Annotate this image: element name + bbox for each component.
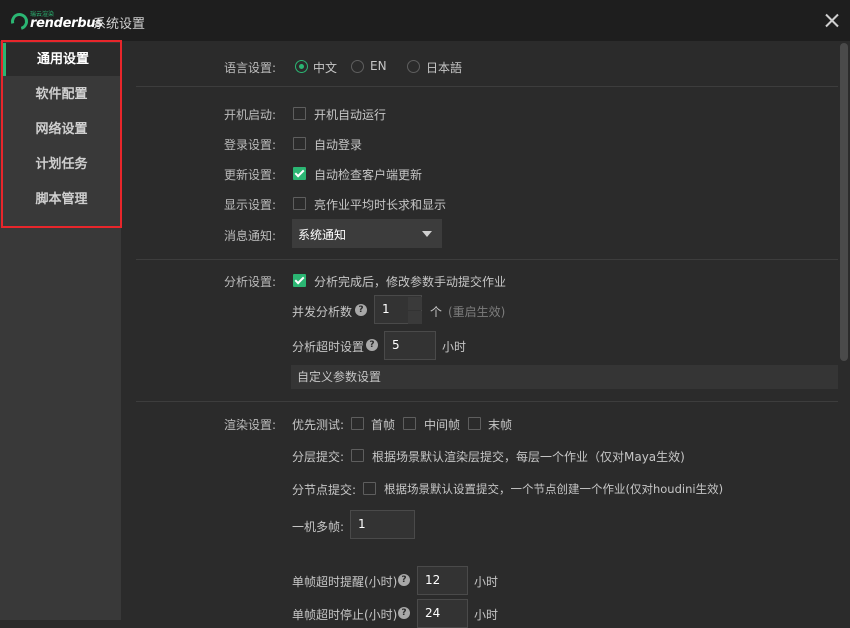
login-option[interactable]: 自动登录: [314, 136, 362, 153]
priority-first-option[interactable]: 首帧: [371, 416, 395, 433]
login-checkbox[interactable]: [293, 137, 306, 150]
startup-checkbox[interactable]: [293, 107, 306, 120]
node-label: 分节点提交:: [292, 483, 357, 497]
analysis-label: 分析设置:: [224, 275, 277, 289]
display-option[interactable]: 亮作业平均时长求和显示: [314, 196, 446, 213]
language-radio-en[interactable]: [351, 60, 364, 73]
frame-timeout-remind-input[interactable]: 12: [417, 566, 468, 595]
logo-ring-icon: [7, 9, 32, 34]
update-option[interactable]: 自动检查客户端更新: [314, 166, 422, 183]
spinner-up-icon[interactable]: [408, 297, 422, 310]
frame-timeout-stop-unit: 小时: [474, 608, 499, 622]
scrollbar-thumb[interactable]: [840, 43, 848, 361]
title-bar: 瑞云渲染 renderbus 系统设置: [0, 0, 850, 41]
help-icon[interactable]: ?: [398, 607, 410, 619]
startup-label: 开机启动:: [224, 108, 277, 122]
section-divider: [136, 259, 840, 260]
startup-option[interactable]: 开机自动运行: [314, 106, 386, 123]
frame-timeout-stop-label: 单帧超时停止(小时): [292, 608, 398, 622]
frame-timeout-remind-label: 单帧超时提醒(小时): [292, 575, 398, 589]
timeout-label: 分析超时设置: [292, 340, 365, 354]
custom-params-button[interactable]: 自定义参数设置: [291, 365, 838, 389]
priority-middle-option[interactable]: 中间帧: [424, 416, 460, 433]
language-radio-ja[interactable]: [407, 60, 420, 73]
help-icon[interactable]: ?: [355, 304, 367, 316]
layer-label: 分层提交:: [292, 450, 345, 464]
display-checkbox[interactable]: [293, 197, 306, 210]
concurrent-unit: 个: [430, 305, 443, 319]
language-option-en[interactable]: EN: [370, 59, 387, 73]
analysis-checkbox[interactable]: [293, 274, 306, 287]
language-option-ja[interactable]: 日本語: [426, 59, 462, 76]
logo-text: renderbus: [30, 16, 103, 31]
priority-label: 优先测试:: [292, 418, 345, 432]
priority-last-option[interactable]: 末帧: [488, 416, 512, 433]
settings-panel: 语言设置: 中文 EN 日本語 开机启动: 开机自动运行 登录设置: 自动登录 …: [121, 41, 850, 628]
priority-first-checkbox[interactable]: [351, 417, 364, 430]
update-label: 更新设置:: [224, 168, 277, 182]
frame-timeout-remind-unit: 小时: [474, 575, 499, 589]
concurrent-label: 并发分析数: [292, 305, 353, 319]
update-checkbox[interactable]: [293, 167, 306, 180]
concurrent-note: (重启生效): [448, 305, 506, 319]
language-label: 语言设置:: [224, 61, 277, 75]
priority-middle-checkbox[interactable]: [403, 417, 416, 430]
language-radio-zh[interactable]: [295, 60, 308, 73]
spinner-down-icon[interactable]: [408, 311, 422, 324]
layer-option[interactable]: 根据场景默认渲染层提交，每层一个作业（仅对Maya生效): [372, 448, 685, 465]
notify-label: 消息通知:: [224, 229, 277, 243]
help-icon[interactable]: ?: [398, 574, 410, 586]
help-icon[interactable]: ?: [366, 339, 378, 351]
notify-select-value: 系统通知: [298, 228, 347, 242]
multi-frame-label: 一机多帧:: [292, 520, 345, 534]
node-option[interactable]: 根据场景默认设置提交，一个节点创建一个作业(仅对houdini生效): [384, 481, 723, 497]
language-option-zh[interactable]: 中文: [313, 59, 337, 76]
section-divider: [136, 86, 840, 87]
chevron-down-icon: [422, 231, 432, 237]
frame-timeout-stop-input[interactable]: 24: [417, 599, 468, 628]
scrollbar[interactable]: [838, 41, 848, 620]
multi-frame-input[interactable]: 1: [350, 510, 415, 539]
display-label: 显示设置:: [224, 198, 277, 212]
analysis-option[interactable]: 分析完成后，修改参数手动提交作业: [314, 273, 506, 290]
priority-last-checkbox[interactable]: [468, 417, 481, 430]
close-icon[interactable]: [822, 11, 842, 31]
login-label: 登录设置:: [224, 138, 277, 152]
notify-select[interactable]: 系统通知: [292, 219, 442, 248]
timeout-input[interactable]: 5: [384, 331, 436, 360]
layer-checkbox[interactable]: [351, 449, 364, 462]
timeout-unit: 小时: [442, 340, 467, 354]
window-title: 系统设置: [93, 17, 146, 32]
sidebar-highlight-frame: [1, 40, 122, 228]
section-divider: [136, 401, 840, 402]
node-checkbox[interactable]: [363, 482, 376, 495]
render-label: 渲染设置:: [224, 418, 277, 432]
renderbus-logo: 瑞云渲染 renderbus: [7, 9, 103, 34]
